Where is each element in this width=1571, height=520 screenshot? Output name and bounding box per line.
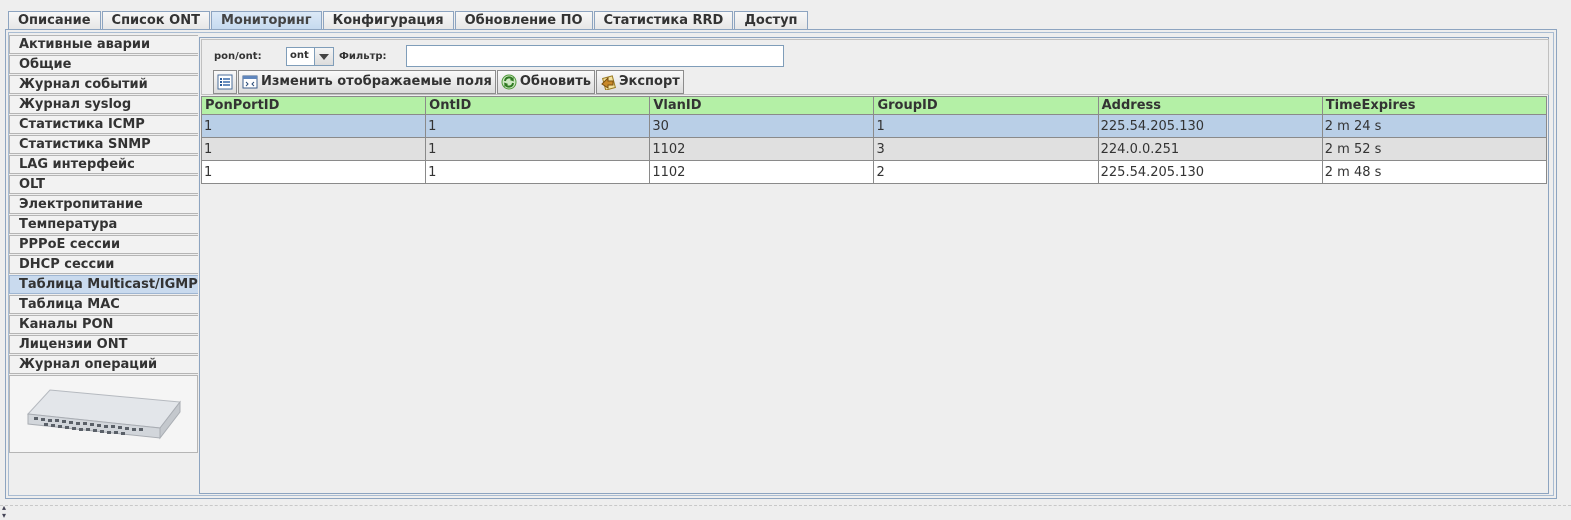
tab-firmware-update[interactable]: Обновление ПО (454, 11, 593, 30)
table-cell: 2 m 24 s (1321, 114, 1548, 138)
table-cell: 1 (425, 160, 651, 184)
sidebar: Активные аварии Общие Журнал событий Жур… (9, 35, 198, 453)
export-label: Экспорт (618, 74, 680, 89)
column-header-timeexpires[interactable]: TimeExpires (1321, 96, 1548, 115)
filter-label: Фильтр: (339, 51, 387, 62)
split-pane-divider[interactable] (0, 505, 1571, 506)
table-cell: 1 (425, 114, 651, 138)
pon-ont-label: pon/ont: (214, 51, 262, 62)
main-panel: pon/ont: ont Фильтр: Изменить отображаем… (199, 37, 1549, 494)
table-cell: 225.54.205.130 (1097, 114, 1323, 138)
table-header-row: PonPortID OntID VlanID GroupID Address T… (200, 96, 1548, 115)
refresh-label: Обновить (519, 74, 591, 89)
sidebar-item-general[interactable]: Общие (9, 55, 198, 74)
sidebar-item-pppoe-sessions[interactable]: PPPoE сессии (9, 235, 198, 254)
table-cell: 1 (200, 114, 427, 138)
table-cell: 3 (873, 137, 1099, 161)
column-list-button[interactable] (213, 70, 237, 94)
column-header-vlanid[interactable]: VlanID (649, 96, 875, 115)
column-header-groupid[interactable]: GroupID (873, 96, 1099, 115)
sidebar-item-pon-channels[interactable]: Каналы PON (9, 315, 198, 334)
refresh-icon (501, 74, 517, 90)
column-header-ontid[interactable]: OntID (425, 96, 651, 115)
table-cell: 224.0.0.251 (1097, 137, 1323, 161)
table-cell: 2 (873, 160, 1099, 184)
pon-ont-select[interactable]: ont (286, 47, 334, 66)
table-row[interactable]: 1 1 1102 2 225.54.205.130 2 m 48 s (200, 160, 1548, 184)
fields-icon (242, 75, 258, 89)
table-cell: 1102 (649, 137, 875, 161)
tab-description[interactable]: Описание (8, 11, 101, 30)
change-fields-label: Изменить отображаемые поля (261, 74, 492, 89)
sidebar-item-lag-interface[interactable]: LAG интерфейс (9, 155, 198, 174)
device-image-panel (9, 375, 198, 453)
sidebar-item-event-log[interactable]: Журнал событий (9, 75, 198, 94)
sidebar-item-mac-table[interactable]: Таблица MAC (9, 295, 198, 314)
tab-ont-list[interactable]: Список ONT (101, 11, 210, 30)
sidebar-item-olt[interactable]: OLT (9, 175, 198, 194)
table-cell: 1 (425, 137, 651, 161)
sidebar-item-operations-log[interactable]: Журнал операций (9, 355, 198, 374)
sidebar-item-power[interactable]: Электропитание (9, 195, 198, 214)
column-header-ponportid[interactable]: PonPortID (200, 96, 427, 115)
table-cell: 225.54.205.130 (1097, 160, 1323, 184)
tab-access[interactable]: Доступ (734, 11, 808, 30)
table-row[interactable]: 1 1 30 1 225.54.205.130 2 m 24 s (200, 114, 1548, 138)
table-cell: 1 (200, 160, 427, 184)
chevron-down-icon[interactable] (314, 48, 333, 65)
pon-ont-select-value: ont (290, 50, 309, 61)
collapse-arrows-icon[interactable]: ▴ ▾ (2, 504, 6, 520)
table-row[interactable]: 1 1 1102 3 224.0.0.251 2 m 52 s (200, 137, 1548, 161)
sidebar-item-active-alarms[interactable]: Активные аварии (9, 35, 198, 54)
sidebar-item-snmp-stats[interactable]: Статистика SNMP (9, 135, 198, 154)
sidebar-item-temperature[interactable]: Температура (9, 215, 198, 234)
tab-bar: Описание Список ONT Мониторинг Конфигура… (8, 11, 809, 31)
column-header-address[interactable]: Address (1097, 96, 1323, 115)
filter-bar: pon/ont: ont Фильтр: Изменить отображаем… (201, 39, 1549, 95)
tab-configuration[interactable]: Конфигурация (322, 11, 454, 30)
tab-rrd-statistics[interactable]: Статистика RRD (593, 11, 734, 30)
sidebar-item-multicast-igmp[interactable]: Таблица Multicast/IGMP (9, 275, 198, 294)
table-cell: 1 (873, 114, 1099, 138)
table-cell: 30 (649, 114, 875, 138)
sidebar-item-ont-licenses[interactable]: Лицензии ONT (9, 335, 198, 354)
export-button[interactable]: Экспорт (595, 70, 684, 94)
tab-monitoring[interactable]: Мониторинг (210, 11, 322, 31)
list-icon (217, 74, 233, 90)
export-icon (601, 75, 616, 90)
sidebar-item-syslog[interactable]: Журнал syslog (9, 95, 198, 114)
multicast-table: PonPortID OntID VlanID GroupID Address T… (200, 96, 1548, 184)
table-cell: 2 m 52 s (1321, 137, 1548, 161)
toolbar: Изменить отображаемые поля Обновить Эксп… (213, 70, 685, 94)
refresh-button[interactable]: Обновить (496, 70, 595, 94)
sidebar-item-icmp-stats[interactable]: Статистика ICMP (9, 115, 198, 134)
table-cell: 2 m 48 s (1321, 160, 1548, 184)
change-fields-button[interactable]: Изменить отображаемые поля (238, 70, 496, 94)
table-cell: 1 (200, 137, 427, 161)
sidebar-item-dhcp-sessions[interactable]: DHCP сессии (9, 255, 198, 274)
olt-device-image (26, 389, 181, 440)
filter-input[interactable] (406, 45, 784, 67)
table-cell: 1102 (649, 160, 875, 184)
